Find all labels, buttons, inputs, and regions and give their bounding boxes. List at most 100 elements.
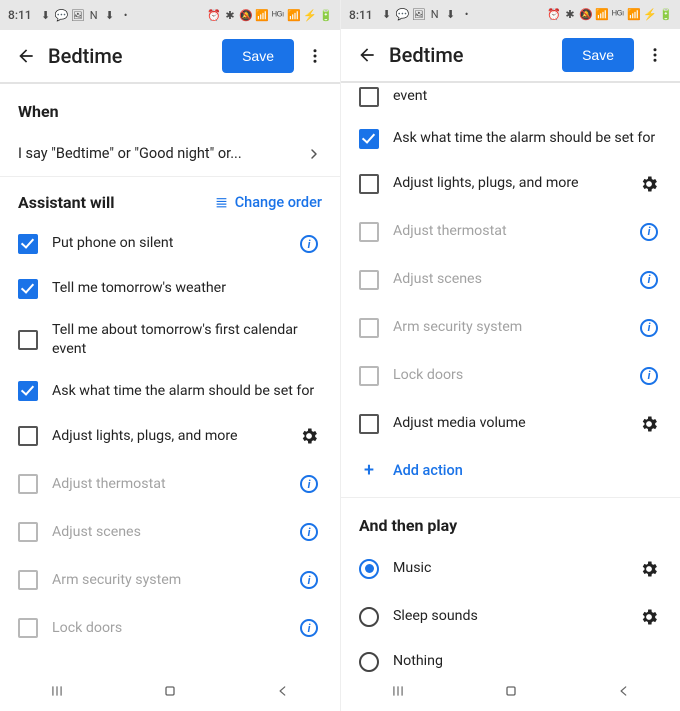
action-checkbox[interactable] (359, 87, 379, 107)
action-row: Lock doors i (0, 604, 340, 652)
play-label: Sleep sounds (393, 607, 622, 626)
info-icon: i (640, 223, 658, 241)
info-icon: i (300, 523, 318, 541)
status-right-icons: ⏰ ✱ 🔕 📶 ᴴᴳᶦ 📶 ⚡ 🔋 (548, 9, 672, 21)
action-checkbox[interactable] (18, 330, 38, 350)
settings-button[interactable] (636, 411, 662, 437)
then-play-header: And then play (341, 498, 680, 545)
image-icon: 🖼 (72, 9, 84, 21)
info-button[interactable]: i (296, 519, 322, 545)
navback-button[interactable] (599, 676, 649, 706)
info-button[interactable]: i (296, 231, 322, 257)
bluetooth-icon: ✱ (564, 9, 576, 21)
home-button[interactable] (145, 676, 195, 706)
action-checkbox[interactable] (359, 222, 379, 242)
action-row: Ask what time the alarm should be set fo… (0, 370, 340, 412)
action-row: Adjust thermostat i (341, 208, 680, 256)
home-button[interactable] (486, 676, 536, 706)
action-checkbox[interactable] (359, 270, 379, 290)
info-button[interactable]: i (636, 267, 662, 293)
more-vert-icon (306, 47, 324, 65)
info-icon: i (640, 271, 658, 289)
action-checkbox[interactable] (359, 414, 379, 434)
assistant-will-header: Assistant will (18, 193, 114, 212)
back-button[interactable] (351, 39, 383, 71)
action-checkbox[interactable] (359, 129, 379, 149)
settings-button[interactable] (636, 171, 662, 197)
plus-icon: + (359, 460, 379, 481)
action-checkbox[interactable] (18, 426, 38, 446)
action-label: Adjust scenes (52, 523, 282, 542)
action-checkbox[interactable] (359, 366, 379, 386)
action-checkbox[interactable] (359, 318, 379, 338)
play-label: Music (393, 559, 622, 578)
nav-bar (341, 672, 680, 711)
action-label: Adjust lights, plugs, and more (393, 174, 622, 193)
settings-button[interactable] (296, 423, 322, 449)
status-time: 8:11 (349, 8, 373, 22)
action-checkbox[interactable] (18, 474, 38, 494)
info-button[interactable]: i (636, 219, 662, 245)
recents-button[interactable] (373, 676, 423, 706)
play-radio[interactable] (359, 652, 379, 672)
action-label: Adjust lights, plugs, and more (52, 427, 282, 446)
play-radio[interactable] (359, 607, 379, 627)
action-row: Ask what time the alarm should be set fo… (341, 118, 680, 160)
action-row: Arm security system i (341, 304, 680, 352)
play-option-row: Music (341, 545, 680, 593)
play-option-row: Sleep sounds (341, 593, 680, 641)
action-label: Adjust thermostat (393, 222, 622, 241)
info-icon: i (300, 619, 318, 637)
more-vert-icon (646, 46, 664, 64)
battery-icon: 🔋 (660, 9, 672, 21)
action-checkbox[interactable] (359, 174, 379, 194)
action-label: Lock doors (52, 619, 282, 638)
action-label: Tell me tomorrow's weather (52, 279, 322, 298)
action-checkbox[interactable] (18, 522, 38, 542)
info-button[interactable]: i (636, 363, 662, 389)
add-action-button[interactable]: + Add action (341, 448, 680, 498)
action-checkbox[interactable] (18, 618, 38, 638)
action-checkbox[interactable] (18, 570, 38, 590)
play-radio[interactable] (359, 559, 379, 579)
gear-icon (639, 559, 659, 579)
save-button[interactable]: Save (222, 39, 294, 73)
action-row: Adjust lights, plugs, and more (0, 412, 340, 460)
info-button[interactable]: i (296, 567, 322, 593)
play-option-row: Nothing (341, 641, 680, 672)
action-label: Arm security system (393, 318, 622, 337)
action-checkbox[interactable] (18, 381, 38, 401)
play-label: Nothing (393, 652, 662, 671)
status-time: 8:11 (8, 8, 32, 22)
overflow-menu-button[interactable] (300, 40, 330, 72)
action-row: Lock doors i (341, 352, 680, 400)
overflow-menu-button[interactable] (640, 39, 670, 71)
settings-button[interactable] (636, 604, 662, 630)
actions-list-right: Ask what time the alarm should be set fo… (341, 118, 680, 448)
action-checkbox[interactable] (18, 279, 38, 299)
change-order-button[interactable]: Change order (214, 194, 322, 211)
content-right: event Ask what time the alarm should be … (341, 83, 680, 672)
info-icon: i (640, 319, 658, 337)
when-header: When (0, 84, 340, 131)
alarm-icon: ⏰ (208, 9, 220, 21)
settings-button[interactable] (636, 556, 662, 582)
back-button[interactable] (10, 40, 42, 72)
info-button[interactable]: i (296, 471, 322, 497)
wifi-icon: 📶 (256, 9, 268, 21)
app-bar: Bedtime Save (0, 30, 340, 84)
trigger-row[interactable]: I say "Bedtime" or "Good night" or... (0, 131, 340, 177)
action-row: Tell me about tomorrow's first calendar … (0, 310, 340, 370)
actions-list-left: Put phone on silentiTell me tomorrow's w… (0, 220, 340, 652)
info-button[interactable]: i (636, 315, 662, 341)
action-checkbox[interactable] (18, 234, 38, 254)
save-button[interactable]: Save (562, 38, 634, 72)
chat-icon: 💬 (56, 9, 68, 21)
action-row-fragment: event (341, 83, 680, 118)
recents-button[interactable] (32, 676, 82, 706)
page-title: Bedtime (48, 44, 123, 68)
action-label: Lock doors (393, 366, 622, 385)
download2-icon: ⬇ (445, 9, 457, 21)
info-button[interactable]: i (296, 615, 322, 641)
navback-button[interactable] (258, 676, 308, 706)
